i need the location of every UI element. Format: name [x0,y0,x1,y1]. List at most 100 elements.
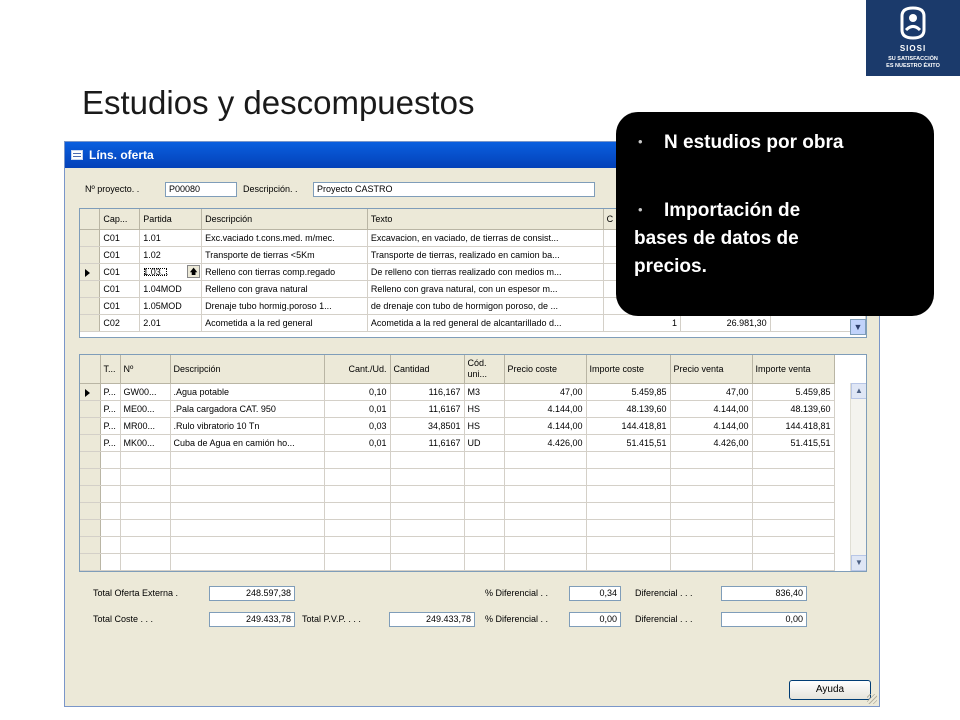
empty-cell[interactable] [752,519,835,537]
empty-cell[interactable] [100,451,121,469]
empty-cell[interactable] [170,468,325,486]
cell-descripcion[interactable]: Relleno con grava natural [201,280,368,298]
cell-capitulo[interactable]: C01 [99,280,141,298]
cell-texto[interactable]: Transporte de tierras, realizado en cami… [367,246,604,264]
empty-cell[interactable] [504,485,587,503]
empty-cell[interactable] [120,451,171,469]
column-header-cod-unidad[interactable]: Cód. uni... [464,355,505,384]
cell-texto[interactable]: De relleno con tierras realizado con med… [367,263,604,281]
cell-cod-unidad[interactable]: HS [464,417,505,435]
total-pvp-field[interactable]: 249.433,78 [389,612,475,627]
cell-cant-ud[interactable]: 0,03 [324,417,391,435]
empty-cell[interactable] [170,485,325,503]
cell-texto[interactable]: Relleno con grava natural, con un espeso… [367,280,604,298]
empty-cell[interactable] [120,502,171,520]
empty-cell[interactable] [586,553,671,571]
cell-descripcion[interactable]: Acometida a la red general [201,314,368,332]
cell-descripcion[interactable]: Cuba de Agua en camión ho... [170,434,325,452]
cell-descripcion[interactable]: .Agua potable [170,383,325,401]
table-row-current[interactable]: P... GW00... .Agua potable 0,10 116,167 … [80,383,835,401]
empty-cell[interactable] [752,485,835,503]
empty-cell[interactable] [324,451,391,469]
cell-partida[interactable]: 1.05MOD [139,297,203,315]
row-selector[interactable] [80,536,101,554]
cell-precio-venta[interactable]: 4.144,00 [670,400,753,418]
cell-cant-ud[interactable]: 0,01 [324,400,391,418]
row-selector[interactable] [80,400,101,418]
cell-numero[interactable]: GW00... [120,383,171,401]
cell-capitulo[interactable]: C01 [99,297,141,315]
empty-cell[interactable] [464,519,505,537]
cell-importe-venta[interactable]: 51.415,51 [752,434,835,452]
cell-precio-coste[interactable]: 4.144,00 [504,400,587,418]
empty-cell[interactable] [324,468,391,486]
cell-partida[interactable]: 1.04MOD [139,280,203,298]
empty-cell[interactable] [586,485,671,503]
empty-row[interactable] [80,519,835,537]
empty-row[interactable] [80,451,835,469]
empty-cell[interactable] [100,519,121,537]
cell-tipo[interactable]: P... [100,383,121,401]
empty-cell[interactable] [670,553,753,571]
empty-cell[interactable] [170,502,325,520]
row-selector[interactable] [80,468,101,486]
cell-partida[interactable]: 1.02 [139,246,203,264]
cell-precio-coste[interactable]: 4.426,00 [504,434,587,452]
empty-cell[interactable] [390,502,465,520]
cell-cantidad[interactable]: 11,6167 [390,434,465,452]
ayuda-button[interactable]: Ayuda [789,680,871,700]
project-no-field[interactable]: P00080 [165,182,237,197]
cell-partida[interactable]: 1.01 [139,229,203,247]
cell-cantidad[interactable]: 34,8501 [390,417,465,435]
row-selector[interactable] [80,519,101,537]
row-selector[interactable] [80,246,101,264]
empty-cell[interactable] [390,553,465,571]
row-selector[interactable] [80,314,101,332]
empty-cell[interactable] [390,536,465,554]
table-row[interactable]: P... ME00... .Pala cargadora CAT. 950 0,… [80,400,835,418]
empty-cell[interactable] [504,451,587,469]
cell-cant-ud[interactable]: 0,10 [324,383,391,401]
column-header-cantidad[interactable]: Cantidad [390,355,465,384]
cell-descripcion[interactable]: Exc.vaciado t.cons.med. m/mec. [201,229,368,247]
pct-diferencial-field-1[interactable]: 0,34 [569,586,621,601]
empty-cell[interactable] [586,502,671,520]
row-selector[interactable] [80,280,101,298]
empty-cell[interactable] [100,485,121,503]
empty-cell[interactable] [504,468,587,486]
empty-cell[interactable] [670,536,753,554]
empty-cell[interactable] [100,502,121,520]
cell-importe[interactable]: 26.981,30 [680,314,771,332]
empty-cell[interactable] [670,468,753,486]
empty-row[interactable] [80,468,835,486]
empty-cell[interactable] [170,553,325,571]
column-header-importe-coste[interactable]: Importe coste [586,355,671,384]
row-selector[interactable] [80,263,101,281]
cell-importe-venta[interactable]: 48.139,60 [752,400,835,418]
table-row[interactable]: C02 2.01 Acometida a la red general Acom… [80,314,866,332]
components-grid[interactable]: T... Nº Descripción Cant./Ud. Cantidad C… [79,354,867,572]
empty-row[interactable] [80,536,835,554]
empty-cell[interactable] [120,519,171,537]
row-selector[interactable] [80,297,101,315]
cell-precio-coste[interactable]: 4.144,00 [504,417,587,435]
row-selector[interactable] [80,553,101,571]
empty-cell[interactable] [670,502,753,520]
empty-row[interactable] [80,485,835,503]
column-header-texto[interactable]: Texto [367,209,604,230]
cell-partida[interactable]: 2.01 [139,314,203,332]
column-header-precio-venta[interactable]: Precio venta [670,355,753,384]
column-header-partida[interactable]: Partida [139,209,203,230]
empty-cell[interactable] [752,553,835,571]
column-header-descripcion[interactable]: Descripción [201,209,368,230]
cell-cod-unidad[interactable]: HS [464,400,505,418]
cell-cantidad[interactable]: 1 [603,314,682,332]
cell-partida[interactable]: 1.03... 🡅 [139,263,203,281]
cell-precio-coste[interactable]: 47,00 [504,383,587,401]
column-header-precio-coste[interactable]: Precio coste [504,355,587,384]
column-header-capitulo[interactable]: Cap... [99,209,141,230]
empty-cell[interactable] [670,485,753,503]
cell-descripcion[interactable]: Transporte de tierras <5Km [201,246,368,264]
empty-cell[interactable] [464,485,505,503]
empty-cell[interactable] [752,536,835,554]
